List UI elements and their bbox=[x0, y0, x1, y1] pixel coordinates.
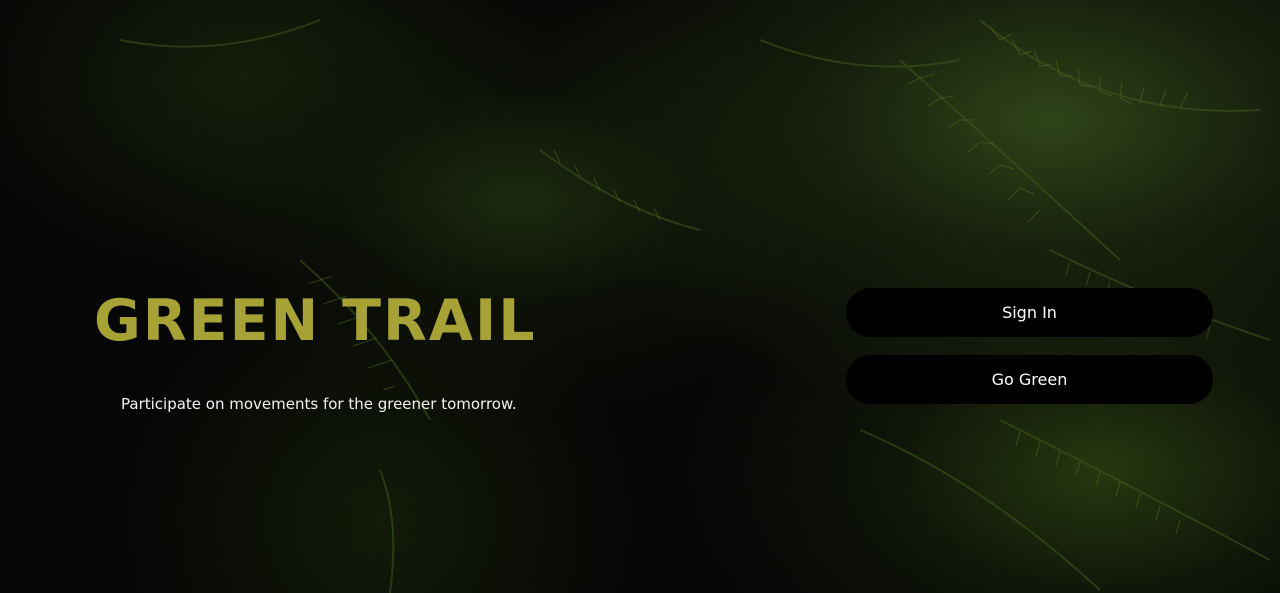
hero-section: GREEN TRAIL Participate on movements for… bbox=[0, 0, 1280, 593]
tagline: Participate on movements for the greener… bbox=[121, 395, 517, 413]
sign-in-button[interactable]: Sign In bbox=[846, 288, 1213, 337]
brand-title: GREEN TRAIL bbox=[94, 288, 537, 354]
go-green-button[interactable]: Go Green bbox=[846, 355, 1213, 404]
